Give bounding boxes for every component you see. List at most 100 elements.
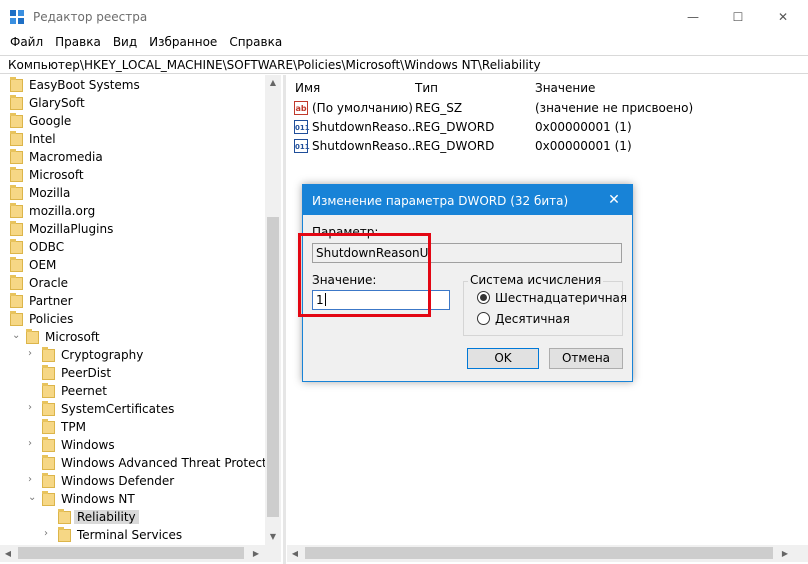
collapsed-chevron-icon[interactable]: › bbox=[28, 348, 32, 359]
collapsed-chevron-icon[interactable]: › bbox=[44, 528, 48, 539]
title-bar: Редактор реестра — ☐ ✕ bbox=[0, 0, 808, 33]
tree-item-label: GlarySoft bbox=[29, 96, 85, 110]
menu-edit[interactable]: Правка bbox=[49, 33, 107, 53]
scroll-left-icon[interactable]: ◀ bbox=[0, 545, 16, 562]
scroll-right-icon[interactable]: ▶ bbox=[777, 545, 793, 562]
tree-item[interactable]: Google bbox=[0, 113, 265, 131]
tree-item[interactable]: › Cryptography bbox=[0, 347, 265, 365]
expanded-chevron-icon[interactable]: ⌄ bbox=[12, 330, 20, 341]
tree-item-label: Partner bbox=[29, 294, 73, 308]
tree-horizontal-scrollbar[interactable]: ◀ ▶ bbox=[0, 545, 281, 562]
address-bar[interactable]: Компьютер\HKEY_LOCAL_MACHINE\SOFTWARE\Po… bbox=[0, 55, 808, 74]
tree-item[interactable]: mozilla.org bbox=[0, 203, 265, 221]
list-horizontal-scrollbar[interactable]: ◀ ▶ bbox=[287, 545, 808, 562]
tree-item-label: EasyBoot Systems bbox=[29, 78, 140, 92]
tree-item[interactable]: TPM bbox=[0, 419, 265, 437]
maximize-icon: ☐ bbox=[732, 9, 744, 24]
decimal-radio[interactable] bbox=[477, 312, 490, 325]
cell-name: ShutdownReaso... bbox=[312, 120, 420, 134]
tree-item[interactable]: › SystemCertificates bbox=[0, 401, 265, 419]
scrollbar-thumb[interactable] bbox=[267, 217, 279, 517]
column-name-header[interactable]: Имя bbox=[295, 81, 320, 95]
close-button[interactable]: ✕ bbox=[760, 0, 806, 33]
scroll-up-icon[interactable]: ▲ bbox=[265, 75, 281, 91]
tree-item[interactable]: Partner bbox=[0, 293, 265, 311]
tree-item-label: Windows Advanced Threat Protection bbox=[61, 456, 281, 470]
tree-item[interactable]: OEM bbox=[0, 257, 265, 275]
folder-icon bbox=[10, 257, 23, 272]
tree-item[interactable]: › Windows bbox=[0, 437, 265, 455]
folder-icon bbox=[10, 167, 23, 182]
list-row[interactable]: ab (По умолчанию) REG_SZ (значение не присв… bbox=[287, 99, 808, 118]
tree-item[interactable]: ODBC bbox=[0, 239, 265, 257]
tree-item[interactable]: Windows Advanced Threat Protection bbox=[0, 455, 281, 473]
collapsed-chevron-icon[interactable]: › bbox=[28, 438, 32, 449]
tree-item[interactable]: EasyBoot Systems bbox=[0, 77, 265, 95]
tree-item[interactable]: Microsoft bbox=[0, 167, 265, 185]
maximize-button[interactable]: ☐ bbox=[715, 0, 761, 33]
menu-view[interactable]: Вид bbox=[107, 33, 143, 53]
scroll-left-icon[interactable]: ◀ bbox=[287, 545, 303, 562]
pane-splitter[interactable] bbox=[283, 75, 286, 564]
scroll-right-icon[interactable]: ▶ bbox=[248, 545, 264, 562]
hex-radio[interactable] bbox=[477, 291, 490, 304]
folder-icon bbox=[58, 527, 71, 542]
menu-bar: Файл Правка Вид Избранное Справка bbox=[0, 33, 808, 53]
menu-help[interactable]: Справка bbox=[223, 33, 288, 53]
tree-item[interactable]: › Windows Defender bbox=[0, 473, 265, 491]
tree-item[interactable]: Policies bbox=[0, 311, 265, 329]
tree-item[interactable]: › Terminal Services bbox=[0, 527, 265, 545]
scroll-down-icon[interactable]: ▼ bbox=[265, 529, 281, 545]
binary-value-icon: 011 bbox=[294, 139, 310, 153]
column-type-header[interactable]: Тип bbox=[415, 81, 438, 95]
menu-file[interactable]: Файл bbox=[4, 33, 49, 53]
tree-item[interactable]: Reliability bbox=[0, 509, 265, 527]
tree-item[interactable]: Peernet bbox=[0, 383, 265, 401]
folder-icon bbox=[42, 401, 55, 416]
tree-item-label: Intel bbox=[29, 132, 56, 146]
cell-name: ShutdownReaso... bbox=[312, 139, 420, 153]
tree-item[interactable]: ⌄ Microsoft bbox=[0, 329, 265, 347]
expanded-chevron-icon[interactable]: ⌄ bbox=[28, 492, 36, 503]
tree-item[interactable]: Mozilla bbox=[0, 185, 265, 203]
folder-icon bbox=[58, 509, 71, 524]
tree-item[interactable]: GlarySoft bbox=[0, 95, 265, 113]
string-value-icon: ab bbox=[294, 101, 308, 115]
list-row[interactable]: 011 ShutdownReaso... REG_DWORD 0x00000001 (… bbox=[287, 137, 808, 156]
tree-item-label: Windows Defender bbox=[61, 474, 175, 488]
tree-vertical-scrollbar[interactable]: ▲ ▼ bbox=[265, 75, 281, 545]
cell-type: REG_DWORD bbox=[415, 139, 495, 153]
tree-item-label: Microsoft bbox=[29, 168, 84, 182]
binary-value-icon: 011 bbox=[294, 120, 310, 134]
tree-item[interactable]: MozillaPlugins bbox=[0, 221, 265, 239]
tree-item[interactable]: Intel bbox=[0, 131, 265, 149]
tree-item[interactable]: ⌄ Windows NT bbox=[0, 491, 265, 509]
collapsed-chevron-icon[interactable]: › bbox=[28, 474, 32, 485]
tree-item[interactable]: Macromedia bbox=[0, 149, 265, 167]
folder-icon bbox=[10, 95, 23, 110]
scrollbar-thumb[interactable] bbox=[305, 547, 773, 559]
dialog-close-icon[interactable]: ✕ bbox=[603, 189, 625, 211]
ok-button[interactable]: OK bbox=[467, 348, 539, 369]
tree-item[interactable]: PeerDist bbox=[0, 365, 265, 383]
tree-item-label: Reliability bbox=[74, 510, 139, 524]
list-header: Имя Тип Значение bbox=[287, 75, 808, 97]
base-group-title: Система исчисления bbox=[468, 273, 604, 287]
decimal-radio-label[interactable]: Десятичная bbox=[495, 312, 570, 326]
folder-icon bbox=[42, 491, 55, 506]
cell-value: 0x00000001 (1) bbox=[535, 139, 632, 153]
cancel-button[interactable]: Отмена bbox=[549, 348, 623, 369]
folder-icon bbox=[10, 239, 23, 254]
minimize-button[interactable]: — bbox=[670, 0, 716, 33]
scrollbar-thumb[interactable] bbox=[18, 547, 244, 559]
folder-icon bbox=[10, 77, 23, 92]
list-row[interactable]: 011 ShutdownReaso... REG_DWORD 0x00000001 (… bbox=[287, 118, 808, 137]
folder-icon bbox=[10, 275, 23, 290]
cell-name: (По умолчанию) bbox=[312, 101, 413, 115]
hex-radio-label[interactable]: Шестнадцатеричная bbox=[495, 291, 627, 305]
tree-item-label: Windows NT bbox=[61, 492, 135, 506]
tree-item[interactable]: Oracle bbox=[0, 275, 265, 293]
collapsed-chevron-icon[interactable]: › bbox=[28, 402, 32, 413]
menu-favorites[interactable]: Избранное bbox=[143, 33, 223, 53]
column-value-header[interactable]: Значение bbox=[535, 81, 595, 95]
